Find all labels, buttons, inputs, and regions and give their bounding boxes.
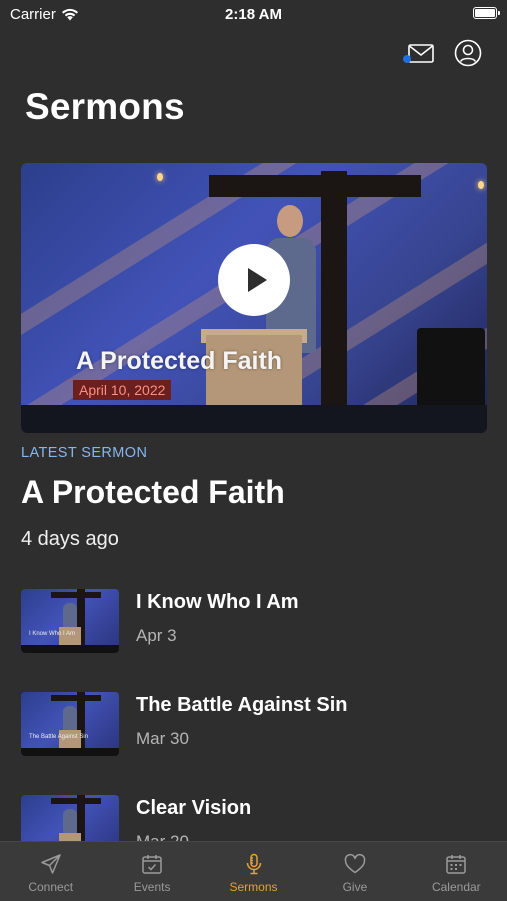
tab-give[interactable]: Give <box>304 842 405 901</box>
video-overlay-date: April 10, 2022 <box>73 380 172 400</box>
tab-label: Events <box>133 880 171 894</box>
header-actions <box>403 38 483 68</box>
sermon-date: Apr 3 <box>136 626 177 645</box>
sermon-title: Clear Vision <box>136 797 252 819</box>
send-icon <box>40 854 61 874</box>
unread-dot <box>403 55 411 63</box>
list-item[interactable]: The Battle Against Sin The Battle Agains… <box>21 692 487 758</box>
sermon-date: Mar 30 <box>136 729 189 748</box>
thumbnail-text: I Know Who I Am <box>29 631 76 637</box>
calendar-check-icon <box>142 855 162 874</box>
video-overlay-title: A Protected Faith <box>76 347 283 375</box>
cross-graphic <box>321 171 347 411</box>
latest-sermon-title[interactable]: A Protected Faith <box>21 474 285 511</box>
featured-sermon-video[interactable]: A Protected Faith April 10, 2022 <box>21 163 487 433</box>
list-item[interactable]: I Know Who I Am I Know Who I Am Apr 3 <box>21 589 487 655</box>
play-icon[interactable] <box>218 244 290 316</box>
mail-icon <box>408 44 434 63</box>
status-time: 2:18 AM <box>225 6 282 23</box>
thumbnail-text: The Battle Against Sin <box>29 734 89 740</box>
status-bar: Carrier 2:18 AM <box>0 0 507 28</box>
tab-events[interactable]: Events <box>101 842 202 901</box>
sermon-thumbnail: The Battle Against Sin <box>21 692 119 756</box>
tab-sermons[interactable]: Sermons <box>203 842 304 901</box>
tab-label: Calendar <box>431 880 481 894</box>
tab-bar: Connect Events Sermons Give Calendar <box>0 841 507 901</box>
tab-label: Give <box>342 880 368 894</box>
mail-button[interactable] <box>403 38 435 68</box>
tab-label: Connect <box>28 880 74 894</box>
profile-button[interactable] <box>453 38 483 68</box>
sermon-title: The Battle Against Sin <box>136 694 348 716</box>
tab-label: Sermons <box>229 880 278 894</box>
latest-sermon-age: 4 days ago <box>21 528 119 550</box>
calendar-icon <box>446 855 467 874</box>
latest-sermon-label: LATEST SERMON <box>21 445 148 461</box>
profile-icon <box>454 39 482 67</box>
heart-icon <box>344 853 366 874</box>
microphone-icon <box>246 853 261 875</box>
page-title: Sermons <box>25 86 185 127</box>
sermon-thumbnail: I Know Who I Am <box>21 589 119 653</box>
battery-icon <box>473 7 500 19</box>
sermon-title: I Know Who I Am <box>136 591 299 613</box>
tab-calendar[interactable]: Calendar <box>406 842 507 901</box>
tab-connect[interactable]: Connect <box>0 842 101 901</box>
